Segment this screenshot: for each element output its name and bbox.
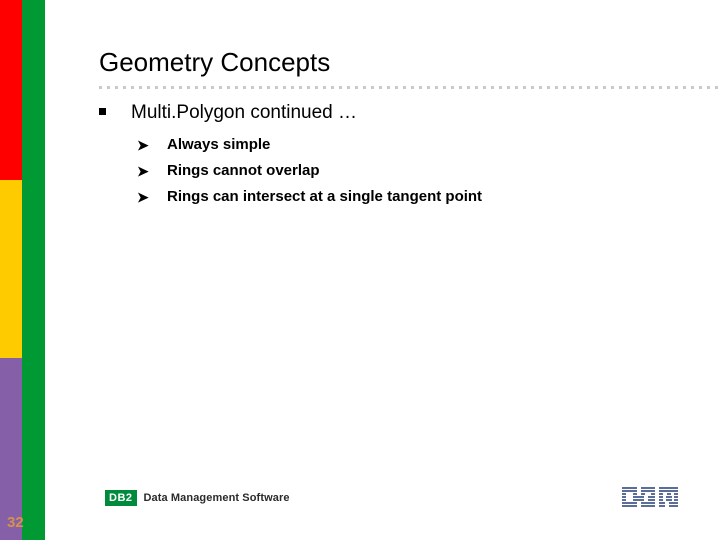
sub-bullet-list: ➤ Always simple ➤ Rings cannot overlap ➤…	[99, 132, 710, 210]
page-title: Geometry Concepts	[99, 47, 331, 77]
accent-bar-green	[22, 0, 45, 540]
bullet-level2: ➤ Rings cannot overlap	[99, 158, 710, 184]
accent-bar-yellow	[0, 180, 22, 358]
bullet-level2: ➤ Rings can intersect at a single tangen…	[99, 184, 710, 210]
db2-footer-lockup: DB2 Data Management Software	[105, 490, 290, 506]
arrow-bullet-icon: ➤	[137, 163, 149, 179]
accent-bar-red	[0, 0, 22, 180]
page-number: 32	[7, 514, 24, 531]
bullet-level2-label: Rings cannot overlap	[167, 162, 320, 179]
accent-bar-purple	[0, 358, 22, 540]
bullet-level2-label: Always simple	[167, 136, 271, 153]
bullet-level1-label: Multi.Polygon continued …	[131, 102, 358, 123]
arrow-bullet-icon: ➤	[137, 137, 149, 153]
slide-canvas: 32 Geometry Concepts Multi.Polygon conti…	[0, 0, 720, 540]
bullet-level2: ➤ Always simple	[99, 132, 710, 158]
title-dotted-divider	[99, 86, 720, 89]
ibm-logo	[622, 487, 678, 508]
square-bullet-icon	[99, 100, 131, 126]
bullet-level2-label: Rings can intersect at a single tangent …	[167, 188, 483, 205]
footer-product-line: Data Management Software	[143, 492, 290, 504]
arrow-bullet-icon: ➤	[137, 189, 149, 205]
db2-badge: DB2	[105, 490, 137, 506]
bullet-level1: Multi.Polygon continued …	[99, 100, 710, 126]
slide-body: Multi.Polygon continued … ➤ Always simpl…	[99, 100, 710, 210]
